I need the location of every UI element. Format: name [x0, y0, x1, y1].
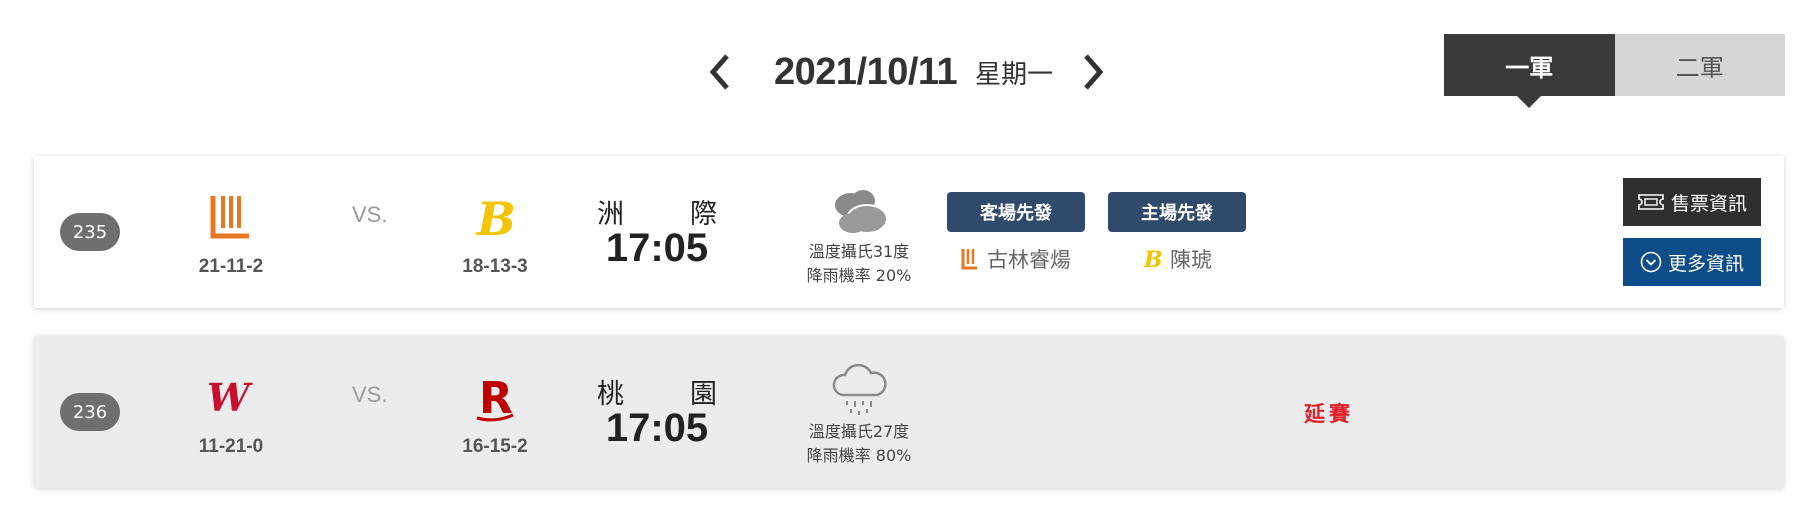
- home-pitcher-badge: 主場先發: [1108, 192, 1246, 232]
- rain-chance-text: 降雨機率 80%: [806, 446, 912, 465]
- game-number-badge: 236: [60, 393, 120, 431]
- home-team-record: 18-13-3: [462, 256, 528, 277]
- temperature-text: 溫度攝氏27度: [808, 422, 910, 441]
- league-tabs: 一軍 二軍: [1444, 34, 1785, 108]
- prev-date-button[interactable]: [700, 50, 740, 94]
- weather-info: 溫度攝氏27度 降雨機率 80%: [794, 362, 924, 468]
- ticket-info-button[interactable]: 售票資訊: [1623, 178, 1761, 226]
- away-pitcher-name: 古林睿煬: [987, 248, 1071, 272]
- away-team-record: 21-11-2: [198, 256, 264, 277]
- lamigo-monkeys-logo: [176, 188, 286, 246]
- current-weekday: 星期一: [975, 59, 1054, 90]
- lamigo-monkeys-logo: [961, 249, 977, 270]
- game-card: 235 21-11-2 VS. B 18-13-3 洲 際 17:05 溫度攝氏…: [34, 156, 1784, 308]
- rain-chance-text: 降雨機率 20%: [806, 266, 912, 285]
- home-starting-pitcher: 主場先發 B 陳琥: [1108, 192, 1246, 274]
- weather-info: 溫度攝氏31度 降雨機率 20%: [794, 182, 924, 288]
- chevron-right-icon: [1084, 54, 1104, 90]
- home-team-record: 16-15-2: [462, 436, 528, 457]
- vs-label: VS.: [352, 202, 388, 227]
- away-team[interactable]: W 11-21-0: [176, 368, 286, 458]
- more-info-label: 更多資訊: [1667, 252, 1744, 275]
- wei-chuan-dragons-logo: W: [176, 368, 286, 426]
- tab-first-team[interactable]: 一軍: [1444, 34, 1615, 108]
- svg-text:B: B: [1143, 247, 1162, 271]
- svg-text:W: W: [207, 377, 253, 417]
- away-team-record: 11-21-0: [198, 436, 264, 457]
- ticket-info-label: 售票資訊: [1670, 192, 1747, 215]
- postponed-status: 延賽: [1304, 402, 1354, 426]
- chevron-left-icon: [709, 54, 729, 90]
- vs-label: VS.: [352, 382, 388, 407]
- away-pitcher[interactable]: 古林睿煬: [947, 244, 1085, 274]
- away-pitcher-badge: 客場先發: [947, 192, 1085, 232]
- game-time: 17:05: [605, 226, 709, 270]
- current-date: 2021/10/11: [774, 50, 958, 93]
- svg-text:B: B: [475, 192, 516, 243]
- away-starting-pitcher: 客場先發 古林睿煬: [947, 192, 1085, 274]
- more-info-button[interactable]: 更多資訊: [1623, 238, 1761, 286]
- home-pitcher-name: 陳琥: [1170, 248, 1212, 272]
- next-date-button[interactable]: [1073, 50, 1113, 94]
- rain-icon: [794, 362, 924, 420]
- home-team[interactable]: R 16-15-2: [440, 368, 550, 458]
- temperature-text: 溫度攝氏31度: [808, 242, 910, 261]
- brothers-logo: B: [440, 188, 550, 246]
- cloudy-icon: [794, 182, 924, 240]
- game-card: 236 W 11-21-0 VS. R 16-15-2 桃 園 17:05 溫度…: [34, 336, 1784, 488]
- date-navigator: 2021/10/11 星期一: [700, 42, 1140, 102]
- away-team[interactable]: 21-11-2: [176, 188, 286, 278]
- game-time: 17:05: [605, 406, 709, 450]
- rakuten-monkeys-logo: R: [440, 368, 550, 426]
- brothers-logo: B: [1143, 247, 1162, 271]
- home-team[interactable]: B 18-13-3: [440, 188, 550, 278]
- chevron-down-circle-icon: [1640, 251, 1662, 273]
- game-number-badge: 235: [60, 213, 120, 251]
- home-pitcher[interactable]: B 陳琥: [1108, 244, 1246, 274]
- tab-second-team[interactable]: 二軍: [1614, 34, 1785, 96]
- ticket-icon: [1638, 194, 1664, 210]
